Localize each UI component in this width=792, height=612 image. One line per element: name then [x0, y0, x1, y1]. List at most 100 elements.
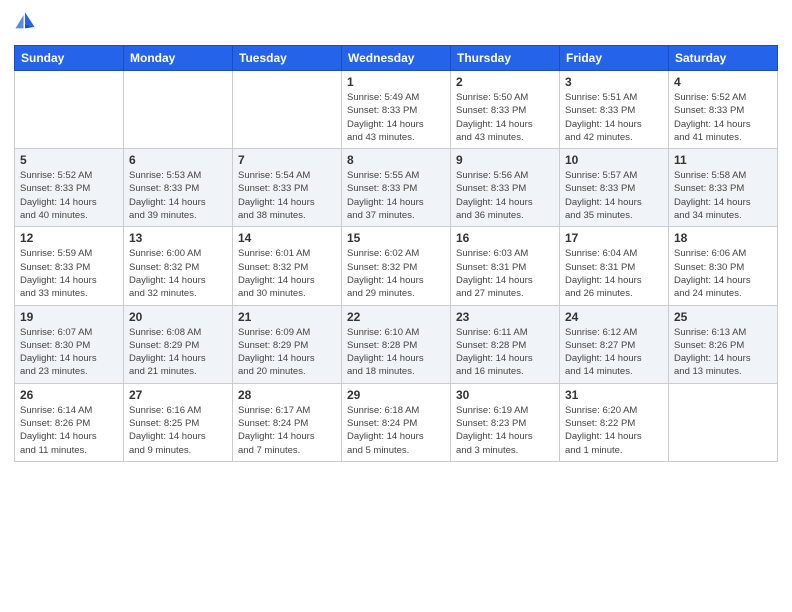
- day-info: Sunrise: 6:08 AM Sunset: 8:29 PM Dayligh…: [129, 326, 227, 379]
- weekday-header-friday: Friday: [560, 46, 669, 71]
- calendar-cell: 7 Sunrise: 5:54 AM Sunset: 8:33 PM Daylig…: [233, 149, 342, 227]
- weekday-header-tuesday: Tuesday: [233, 46, 342, 71]
- day-number: 2: [456, 75, 554, 89]
- day-info: Sunrise: 5:52 AM Sunset: 8:33 PM Dayligh…: [20, 169, 118, 222]
- calendar-cell: 2 Sunrise: 5:50 AM Sunset: 8:33 PM Daylig…: [451, 71, 560, 149]
- day-number: 19: [20, 310, 118, 324]
- calendar-cell: 14 Sunrise: 6:01 AM Sunset: 8:32 PM Dayli…: [233, 227, 342, 305]
- calendar-cell: 21Sunrise: 6:09 AM Sunset: 8:29 PM Dayli…: [233, 305, 342, 383]
- day-number: 11: [674, 153, 772, 167]
- day-info: Sunrise: 6:12 AM Sunset: 8:27 PM Dayligh…: [565, 326, 663, 379]
- day-info: Sunrise: 6:19 AM Sunset: 8:23 PM Dayligh…: [456, 404, 554, 457]
- calendar-cell: 23 Sunrise: 6:11 AM Sunset: 8:28 PM Dayli…: [451, 305, 560, 383]
- day-info: Sunrise: 6:11 AM Sunset: 8:28 PM Dayligh…: [456, 326, 554, 379]
- calendar-cell: 11 Sunrise: 5:58 AM Sunset: 8:33 PM Dayli…: [669, 149, 778, 227]
- calendar-cell: 29 Sunrise: 6:18 AM Sunset: 8:24 PM Dayli…: [342, 383, 451, 461]
- calendar-cell: 19 Sunrise: 6:07 AM Sunset: 8:30 PM Dayli…: [15, 305, 124, 383]
- day-info: Sunrise: 6:17 AM Sunset: 8:24 PM Dayligh…: [238, 404, 336, 457]
- day-number: 4: [674, 75, 772, 89]
- weekday-header-wednesday: Wednesday: [342, 46, 451, 71]
- calendar-cell: [669, 383, 778, 461]
- day-info: Sunrise: 6:10 AM Sunset: 8:28 PM Dayligh…: [347, 326, 445, 379]
- day-number: 20: [129, 310, 227, 324]
- day-info: Sunrise: 5:58 AM Sunset: 8:33 PM Dayligh…: [674, 169, 772, 222]
- day-number: 29: [347, 388, 445, 402]
- day-number: 3: [565, 75, 663, 89]
- logo: [14, 10, 38, 37]
- calendar-week-row: 12 Sunrise: 5:59 AM Sunset: 8:33 PM Dayli…: [15, 227, 778, 305]
- day-info: Sunrise: 5:56 AM Sunset: 8:33 PM Dayligh…: [456, 169, 554, 222]
- day-number: 28: [238, 388, 336, 402]
- day-number: 17: [565, 231, 663, 245]
- day-number: 22: [347, 310, 445, 324]
- day-number: 6: [129, 153, 227, 167]
- day-info: Sunrise: 5:57 AM Sunset: 8:33 PM Dayligh…: [565, 169, 663, 222]
- calendar-week-row: 1 Sunrise: 5:49 AM Sunset: 8:33 PM Daylig…: [15, 71, 778, 149]
- day-info: Sunrise: 6:07 AM Sunset: 8:30 PM Dayligh…: [20, 326, 118, 379]
- day-info: Sunrise: 5:51 AM Sunset: 8:33 PM Dayligh…: [565, 91, 663, 144]
- calendar-cell: 27 Sunrise: 6:16 AM Sunset: 8:25 PM Dayli…: [124, 383, 233, 461]
- weekday-header-saturday: Saturday: [669, 46, 778, 71]
- calendar-cell: 6 Sunrise: 5:53 AM Sunset: 8:33 PM Daylig…: [124, 149, 233, 227]
- day-info: Sunrise: 6:06 AM Sunset: 8:30 PM Dayligh…: [674, 247, 772, 300]
- day-number: 13: [129, 231, 227, 245]
- day-number: 10: [565, 153, 663, 167]
- day-info: Sunrise: 6:14 AM Sunset: 8:26 PM Dayligh…: [20, 404, 118, 457]
- day-number: 7: [238, 153, 336, 167]
- day-info: Sunrise: 6:18 AM Sunset: 8:24 PM Dayligh…: [347, 404, 445, 457]
- calendar-cell: [233, 71, 342, 149]
- day-info: Sunrise: 5:52 AM Sunset: 8:33 PM Dayligh…: [674, 91, 772, 144]
- day-number: 14: [238, 231, 336, 245]
- day-number: 16: [456, 231, 554, 245]
- day-info: Sunrise: 6:04 AM Sunset: 8:31 PM Dayligh…: [565, 247, 663, 300]
- day-info: Sunrise: 5:53 AM Sunset: 8:33 PM Dayligh…: [129, 169, 227, 222]
- weekday-header-thursday: Thursday: [451, 46, 560, 71]
- calendar-week-row: 19 Sunrise: 6:07 AM Sunset: 8:30 PM Dayli…: [15, 305, 778, 383]
- day-number: 27: [129, 388, 227, 402]
- calendar-cell: 31Sunrise: 6:20 AM Sunset: 8:22 PM Dayli…: [560, 383, 669, 461]
- calendar-week-row: 5 Sunrise: 5:52 AM Sunset: 8:33 PM Daylig…: [15, 149, 778, 227]
- calendar-cell: 10 Sunrise: 5:57 AM Sunset: 8:33 PM Dayli…: [560, 149, 669, 227]
- day-info: Sunrise: 6:03 AM Sunset: 8:31 PM Dayligh…: [456, 247, 554, 300]
- calendar-week-row: 26Sunrise: 6:14 AM Sunset: 8:26 PM Dayli…: [15, 383, 778, 461]
- calendar-cell: 20 Sunrise: 6:08 AM Sunset: 8:29 PM Dayli…: [124, 305, 233, 383]
- day-number: 23: [456, 310, 554, 324]
- day-info: Sunrise: 6:09 AM Sunset: 8:29 PM Dayligh…: [238, 326, 336, 379]
- weekday-header-monday: Monday: [124, 46, 233, 71]
- day-number: 18: [674, 231, 772, 245]
- calendar-cell: 8Sunrise: 5:55 AM Sunset: 8:33 PM Daylig…: [342, 149, 451, 227]
- day-info: Sunrise: 6:16 AM Sunset: 8:25 PM Dayligh…: [129, 404, 227, 457]
- calendar-cell: 5 Sunrise: 5:52 AM Sunset: 8:33 PM Daylig…: [15, 149, 124, 227]
- day-info: Sunrise: 6:00 AM Sunset: 8:32 PM Dayligh…: [129, 247, 227, 300]
- day-number: 8: [347, 153, 445, 167]
- calendar-cell: 12 Sunrise: 5:59 AM Sunset: 8:33 PM Dayli…: [15, 227, 124, 305]
- calendar-cell: 26Sunrise: 6:14 AM Sunset: 8:26 PM Dayli…: [15, 383, 124, 461]
- calendar-cell: 25Sunrise: 6:13 AM Sunset: 8:26 PM Dayli…: [669, 305, 778, 383]
- day-number: 30: [456, 388, 554, 402]
- day-number: 12: [20, 231, 118, 245]
- day-number: 5: [20, 153, 118, 167]
- day-info: Sunrise: 5:50 AM Sunset: 8:33 PM Dayligh…: [456, 91, 554, 144]
- calendar-cell: 15 Sunrise: 6:02 AM Sunset: 8:32 PM Dayli…: [342, 227, 451, 305]
- calendar-cell: 13 Sunrise: 6:00 AM Sunset: 8:32 PM Dayli…: [124, 227, 233, 305]
- calendar-cell: 4 Sunrise: 5:52 AM Sunset: 8:33 PM Daylig…: [669, 71, 778, 149]
- day-number: 15: [347, 231, 445, 245]
- day-number: 31: [565, 388, 663, 402]
- day-number: 9: [456, 153, 554, 167]
- day-info: Sunrise: 5:54 AM Sunset: 8:33 PM Dayligh…: [238, 169, 336, 222]
- day-number: 1: [347, 75, 445, 89]
- calendar-cell: 22 Sunrise: 6:10 AM Sunset: 8:28 PM Dayli…: [342, 305, 451, 383]
- header: [14, 10, 778, 37]
- day-info: Sunrise: 5:49 AM Sunset: 8:33 PM Dayligh…: [347, 91, 445, 144]
- day-number: 24: [565, 310, 663, 324]
- day-info: Sunrise: 6:02 AM Sunset: 8:32 PM Dayligh…: [347, 247, 445, 300]
- day-info: Sunrise: 5:59 AM Sunset: 8:33 PM Dayligh…: [20, 247, 118, 300]
- calendar-cell: 9 Sunrise: 5:56 AM Sunset: 8:33 PM Daylig…: [451, 149, 560, 227]
- weekday-header-row: SundayMondayTuesdayWednesdayThursdayFrid…: [15, 46, 778, 71]
- calendar-cell: [124, 71, 233, 149]
- calendar-cell: [15, 71, 124, 149]
- calendar-cell: 18 Sunrise: 6:06 AM Sunset: 8:30 PM Dayli…: [669, 227, 778, 305]
- calendar-cell: 30 Sunrise: 6:19 AM Sunset: 8:23 PM Dayli…: [451, 383, 560, 461]
- day-info: Sunrise: 6:01 AM Sunset: 8:32 PM Dayligh…: [238, 247, 336, 300]
- calendar-cell: 3 Sunrise: 5:51 AM Sunset: 8:33 PM Daylig…: [560, 71, 669, 149]
